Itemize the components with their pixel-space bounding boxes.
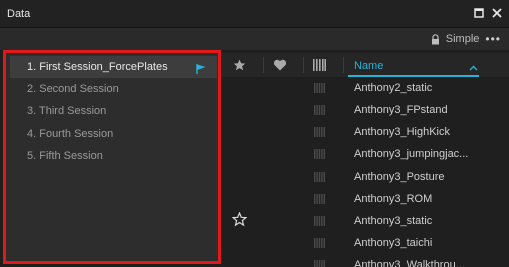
bars-icon <box>314 238 325 248</box>
session-list: 1. First Session_ForcePlates 2. Second S… <box>3 50 221 264</box>
trial-name: Anthony3_HighKick <box>354 126 451 138</box>
bars-icon <box>314 194 325 204</box>
session-item-4[interactable]: 4. Fourth Session <box>10 123 217 145</box>
view-mode-label[interactable]: Simple <box>446 33 480 45</box>
session-label: 2. Second Session <box>27 83 119 95</box>
panel-toolbar: Simple ••• <box>0 28 509 50</box>
session-label: 3. Third Session <box>27 105 107 117</box>
table-row[interactable]: Anthony3_jumpingjac... <box>221 143 509 165</box>
maximize-icon[interactable] <box>473 7 485 19</box>
session-item-3[interactable]: 3. Third Session <box>10 100 217 122</box>
bars-icon <box>314 83 325 93</box>
column-separator[interactable] <box>303 57 304 73</box>
session-item-2[interactable]: 2. Second Session <box>10 78 217 100</box>
trial-name: Anthony3_Posture <box>354 171 445 183</box>
session-label: 1. First Session_ForcePlates <box>27 61 168 73</box>
session-label: 4. Fourth Session <box>27 128 114 140</box>
session-item-5[interactable]: 5. Fifth Session <box>10 145 217 167</box>
table-header: Name <box>221 53 509 77</box>
table-row[interactable]: Anthony3_FPstand <box>221 99 509 121</box>
bars-icon <box>314 172 325 182</box>
star-column-icon[interactable] <box>233 59 246 71</box>
star-outline-icon[interactable] <box>231 211 248 227</box>
heart-column-icon[interactable] <box>273 59 287 71</box>
more-options-icon[interactable]: ••• <box>485 32 501 46</box>
table-row[interactable]: Anthony3_HighKick <box>221 121 509 143</box>
table-row[interactable]: Anthony3_taichi <box>221 232 509 254</box>
bars-column-icon[interactable] <box>313 59 326 71</box>
trial-name: Anthony3_static <box>354 215 433 227</box>
name-column-header[interactable]: Name <box>354 60 383 72</box>
trial-name: Anthony3_jumpingjac... <box>354 148 469 160</box>
column-separator[interactable] <box>343 57 344 73</box>
session-label: 5. Fifth Session <box>27 150 103 162</box>
trial-name: Anthony2_static <box>354 82 433 94</box>
bars-icon <box>314 149 325 159</box>
trial-name: Anthony3_taichi <box>354 237 433 249</box>
table-row[interactable]: Anthony3_Walkthrou... <box>221 254 509 267</box>
bars-icon <box>314 105 325 115</box>
table-row[interactable]: Anthony3_static <box>221 210 509 232</box>
bars-icon <box>314 216 325 226</box>
column-separator[interactable] <box>263 57 264 73</box>
trial-name: Anthony3_FPstand <box>354 104 448 116</box>
bars-icon <box>314 260 325 267</box>
table-row[interactable]: Anthony3_ROM <box>221 188 509 210</box>
window-title: Data <box>7 8 31 20</box>
trials-table: Name Anthony2_static Anthony3_FPstand An… <box>221 50 509 267</box>
sort-ascending-icon[interactable] <box>469 62 478 71</box>
table-row[interactable]: Anthony3_Posture <box>221 166 509 188</box>
flag-icon[interactable] <box>195 61 207 74</box>
trial-name: Anthony3_ROM <box>354 193 433 205</box>
session-item-1[interactable]: 1. First Session_ForcePlates <box>10 56 217 78</box>
close-icon[interactable] <box>491 7 503 19</box>
bars-icon <box>314 127 325 137</box>
trial-name: Anthony3_Walkthrou... <box>354 259 465 267</box>
window-titlebar: Data <box>0 0 509 28</box>
table-row[interactable]: Anthony2_static <box>221 77 509 99</box>
lock-icon <box>431 33 440 45</box>
